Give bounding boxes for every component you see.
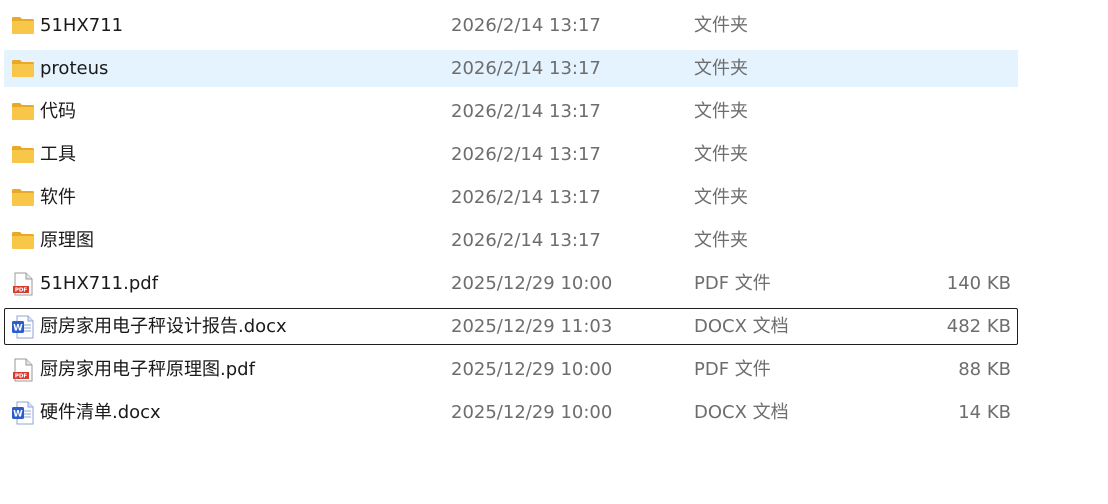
file-type: 文件夹 bbox=[694, 101, 748, 122]
folder-icon bbox=[11, 137, 35, 172]
file-size: 14 KB bbox=[958, 402, 1011, 423]
file-size: 88 KB bbox=[958, 359, 1011, 380]
file-name: 原理图 bbox=[40, 230, 94, 251]
svg-text:W: W bbox=[13, 324, 23, 334]
svg-text:PDF: PDF bbox=[15, 374, 28, 380]
file-modified-date: 2026/2/14 13:17 bbox=[451, 144, 601, 165]
file-row[interactable]: PDF 51HX711.pdf 2025/12/29 10:00 PDF 文件 … bbox=[4, 265, 1018, 302]
file-modified-date: 2026/2/14 13:17 bbox=[451, 187, 601, 208]
file-modified-date: 2026/2/14 13:17 bbox=[451, 58, 601, 79]
file-type: PDF 文件 bbox=[694, 273, 771, 294]
file-name: 51HX711.pdf bbox=[40, 273, 159, 294]
folder-icon bbox=[11, 51, 35, 86]
file-type: 文件夹 bbox=[694, 58, 748, 79]
file-row[interactable]: 代码 2026/2/14 13:17 文件夹 bbox=[4, 93, 1018, 130]
file-modified-date: 2026/2/14 13:17 bbox=[451, 230, 601, 251]
file-name: 厨房家用电子秤设计报告.docx bbox=[40, 316, 287, 337]
folder-icon bbox=[11, 94, 35, 129]
file-modified-date: 2025/12/29 11:03 bbox=[451, 316, 613, 337]
file-row[interactable]: PDF 厨房家用电子秤原理图.pdf 2025/12/29 10:00 PDF … bbox=[4, 351, 1018, 388]
file-modified-date: 2025/12/29 10:00 bbox=[451, 273, 613, 294]
file-row[interactable]: W 厨房家用电子秤设计报告.docx 2025/12/29 11:03 DOCX… bbox=[4, 308, 1018, 345]
file-row[interactable]: 工具 2026/2/14 13:17 文件夹 bbox=[4, 136, 1018, 173]
file-type: DOCX 文档 bbox=[694, 402, 789, 423]
word-doc-icon: W bbox=[11, 309, 35, 344]
file-row[interactable]: 51HX711 2026/2/14 13:17 文件夹 bbox=[4, 7, 1018, 44]
file-name: 厨房家用电子秤原理图.pdf bbox=[40, 359, 255, 380]
file-row[interactable]: proteus 2026/2/14 13:17 文件夹 bbox=[4, 50, 1018, 87]
file-type: 文件夹 bbox=[694, 15, 748, 36]
pdf-file-icon: PDF bbox=[11, 352, 35, 387]
file-row[interactable]: W 硬件清单.docx 2025/12/29 10:00 DOCX 文档 14 … bbox=[4, 394, 1018, 431]
file-name: 软件 bbox=[40, 187, 76, 208]
svg-text:W: W bbox=[13, 410, 23, 420]
file-type: 文件夹 bbox=[694, 144, 748, 165]
file-type: 文件夹 bbox=[694, 230, 748, 251]
file-modified-date: 2026/2/14 13:17 bbox=[451, 101, 601, 122]
file-size: 482 KB bbox=[946, 316, 1011, 337]
file-list: 51HX711 2026/2/14 13:17 文件夹 proteus 2026… bbox=[4, 7, 1018, 437]
folder-icon bbox=[11, 180, 35, 215]
file-size: 140 KB bbox=[946, 273, 1011, 294]
file-modified-date: 2025/12/29 10:00 bbox=[451, 402, 613, 423]
file-row[interactable]: 软件 2026/2/14 13:17 文件夹 bbox=[4, 179, 1018, 216]
file-type: PDF 文件 bbox=[694, 359, 771, 380]
file-modified-date: 2025/12/29 10:00 bbox=[451, 359, 613, 380]
word-doc-icon: W bbox=[11, 395, 35, 430]
file-name: proteus bbox=[40, 58, 109, 79]
file-type: 文件夹 bbox=[694, 187, 748, 208]
file-name: 51HX711 bbox=[40, 15, 124, 36]
folder-icon bbox=[11, 223, 35, 258]
file-modified-date: 2026/2/14 13:17 bbox=[451, 15, 601, 36]
file-type: DOCX 文档 bbox=[694, 316, 789, 337]
pdf-file-icon: PDF bbox=[11, 266, 35, 301]
file-name: 代码 bbox=[40, 101, 76, 122]
svg-text:PDF: PDF bbox=[15, 288, 28, 294]
file-name: 硬件清单.docx bbox=[40, 402, 161, 423]
file-row[interactable]: 原理图 2026/2/14 13:17 文件夹 bbox=[4, 222, 1018, 259]
file-name: 工具 bbox=[40, 144, 76, 165]
folder-icon bbox=[11, 8, 35, 43]
